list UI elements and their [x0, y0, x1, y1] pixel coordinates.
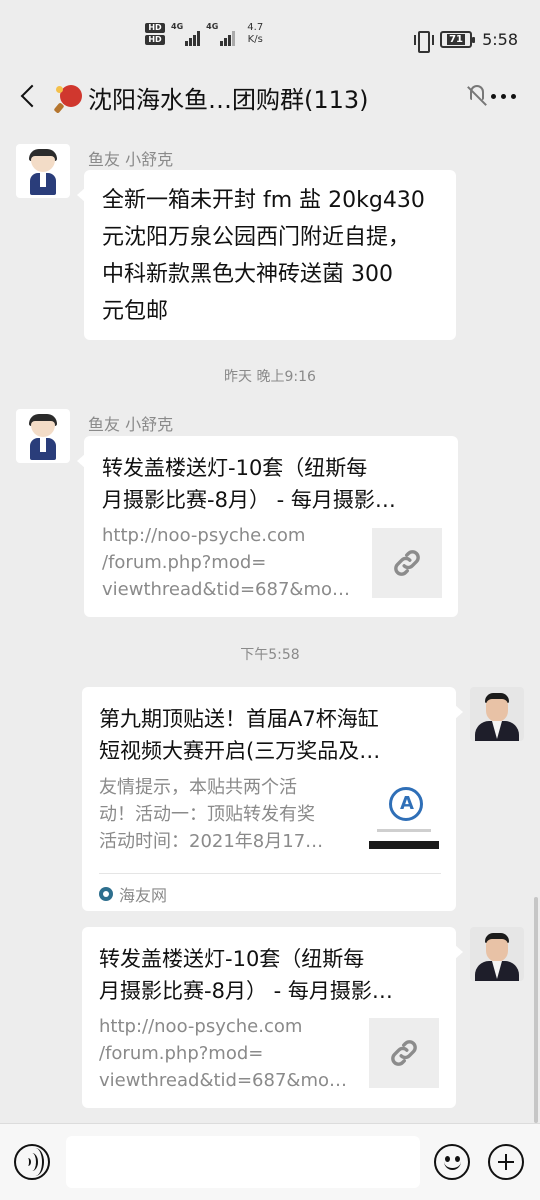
article-thumbnail	[369, 779, 439, 849]
emoji-icon[interactable]	[434, 1144, 470, 1180]
text-message[interactable]: 全新一箱未开封 fm 盐 20kg430 元沈阳万泉公园西门附近自提， 中科新款…	[77, 170, 456, 340]
status-bar: HD HD 4G 4G 4.7 K/s 71 5:58	[0, 0, 540, 68]
article-card[interactable]: 第九期顶贴送！首届A7杯海缸 短视频大赛开启(三万奖品及… 友情提示，本贴共两个…	[82, 687, 463, 911]
network-speed: 4.7 K/s	[247, 22, 264, 45]
card-title: 转发盖楼送灯-10套（纽斯每 月摄影比赛-8月） - 每月摄影…	[102, 456, 396, 512]
man-in-suit-avatar[interactable]	[470, 927, 524, 981]
source-logo-icon	[99, 887, 113, 901]
sender-name: 鱼友 小舒克	[88, 415, 174, 434]
mute-bell-icon	[467, 84, 487, 106]
card-title: 第九期顶贴送！首届A7杯海缸 短视频大赛开启(三万奖品及…	[99, 707, 381, 763]
input-bar	[0, 1123, 540, 1200]
hd-badge: HD	[145, 23, 165, 33]
battery-icon: 71	[440, 31, 476, 48]
scrollbar[interactable]	[534, 897, 538, 1123]
man-in-suit-avatar[interactable]	[470, 687, 524, 741]
chat-header: 沈阳海水鱼…团购群(113)	[0, 68, 540, 124]
signal-icon: 4G	[206, 22, 236, 46]
card-description: http://noo-psyche.com /forum.php?mod= vi…	[102, 525, 350, 600]
chat-title: 沈阳海水鱼…团购群(113)	[53, 80, 369, 115]
hd-badge: HD	[145, 35, 165, 45]
system-status: 71 5:58	[414, 30, 518, 53]
link-card[interactable]: 转发盖楼送灯-10套（纽斯每 月摄影比赛-8月） - 每月摄影… http://…	[82, 927, 463, 1108]
battery-level: 71	[447, 34, 466, 45]
card-divider	[99, 873, 441, 874]
message-timestamp: 下午5:58	[240, 647, 300, 663]
more-icon[interactable]	[491, 88, 523, 104]
card-source: 海友网	[99, 882, 167, 906]
ping-pong-paddle-icon	[53, 83, 84, 114]
network-status: HD HD 4G 4G 4.7 K/s	[145, 22, 263, 46]
card-description: http://noo-psyche.com /forum.php?mod= vi…	[99, 1016, 347, 1091]
card-title: 转发盖楼送灯-10套（纽斯每 月摄影比赛-8月） - 每月摄影…	[99, 947, 393, 1003]
sender-name: 鱼友 小舒克	[88, 150, 174, 169]
message-timestamp: 昨天 晚上9:16	[224, 369, 316, 385]
voice-icon[interactable]	[14, 1144, 50, 1180]
hd-badges: HD HD	[145, 23, 165, 45]
cartoon-boy-avatar[interactable]	[16, 144, 70, 198]
link-card[interactable]: 转发盖楼送灯-10套（纽斯每 月摄影比赛-8月） - 每月摄影… http://…	[77, 436, 458, 617]
cartoon-boy-avatar[interactable]	[16, 409, 70, 463]
back-arrow-icon[interactable]	[18, 82, 42, 110]
vibrate-icon	[414, 30, 435, 53]
clock: 5:58	[482, 30, 518, 49]
link-icon	[372, 528, 442, 598]
link-icon	[369, 1018, 439, 1088]
signal-icon: 4G	[171, 22, 201, 46]
chat-title-text: 沈阳海水鱼…团购群(113)	[88, 86, 369, 114]
message-input[interactable]	[66, 1136, 420, 1188]
card-description: 友情提示，本贴共两个活 动！活动一：顶贴转发有奖 活动时间：2021年8月17…	[99, 777, 324, 852]
plus-icon[interactable]	[488, 1144, 524, 1180]
